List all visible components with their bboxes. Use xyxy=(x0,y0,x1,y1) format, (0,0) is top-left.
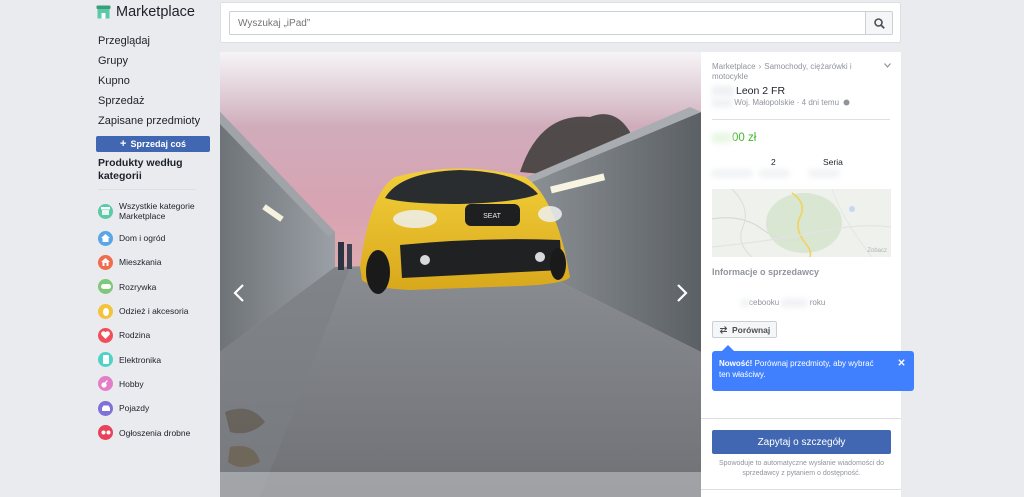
phone-icon xyxy=(98,352,113,368)
category-classifieds[interactable]: Ogłoszenia drobne xyxy=(98,420,214,444)
gamepad-icon xyxy=(98,279,113,295)
category-all[interactable]: Wszystkie kategorie Marketplace xyxy=(98,196,214,226)
spec-value: Seria xyxy=(823,157,843,167)
category-clothing[interactable]: Odzież i akcesoria xyxy=(98,299,214,323)
search-input[interactable] xyxy=(229,11,866,35)
category-label: Ogłoszenia drobne xyxy=(119,427,191,438)
category-label: Wszystkie kategorie Marketplace xyxy=(119,201,195,221)
listing-title: Leon 2 FR xyxy=(712,85,785,97)
category-label: Rozrywka xyxy=(119,281,157,292)
category-list: Wszystkie kategorie Marketplace Dom i og… xyxy=(96,196,214,445)
house-icon xyxy=(98,254,113,270)
globe-icon xyxy=(843,99,850,106)
location-text: Woj. Małopolskie · 4 dni temu xyxy=(734,98,840,107)
home-icon xyxy=(98,230,113,246)
map-attribution[interactable]: Zobacz xyxy=(867,248,887,254)
search-icon xyxy=(873,17,885,29)
category-electronics[interactable]: Elektronika xyxy=(98,347,214,371)
nav-item-saved[interactable]: Zapisane przedmioty xyxy=(98,111,214,131)
category-label: Rodzina xyxy=(119,330,151,341)
redacted-text xyxy=(712,132,732,143)
breadcrumb: Marketplace › Samochody, ciężarówki i moto… xyxy=(712,62,882,82)
page-title: Marketplace xyxy=(116,4,195,20)
shop-icon xyxy=(96,5,111,19)
redacted-text xyxy=(712,170,752,177)
compare-tooltip: Nowość! Porównaj przedmioty, aby wybrać … xyxy=(712,345,914,391)
category-label: Dom i ogród xyxy=(119,233,166,244)
guitar-icon xyxy=(98,376,113,392)
category-apartments[interactable]: Mieszkania xyxy=(98,250,214,274)
map-image xyxy=(712,189,891,257)
ask-details-button[interactable]: Zapytaj o szczegóły xyxy=(712,430,891,454)
tooltip-new-badge: Nowość! xyxy=(719,359,753,368)
compare-arrows-icon xyxy=(719,325,728,334)
previous-photo-button[interactable] xyxy=(229,280,249,306)
shirt-icon xyxy=(98,303,113,319)
next-photo-button[interactable] xyxy=(672,280,692,306)
sell-something-label: Sprzedaj coś xyxy=(130,139,186,149)
nav-item-browse[interactable]: Przeglądaj xyxy=(98,31,214,51)
compare-label: Porównaj xyxy=(732,324,771,335)
nav-item-buying[interactable]: Kupno xyxy=(98,71,214,91)
category-label: Pojazdy xyxy=(119,403,150,414)
redacted-text xyxy=(759,170,789,177)
category-family[interactable]: Rodzina xyxy=(98,323,214,347)
nav-item-groups[interactable]: Grupy xyxy=(98,51,214,71)
redacted-text xyxy=(809,170,839,177)
category-label: Hobby xyxy=(119,378,144,389)
category-vehicles[interactable]: Pojazdy xyxy=(98,396,214,420)
compare-button[interactable]: Porównaj xyxy=(712,321,778,338)
seller-text-end: roku xyxy=(809,298,826,307)
divider xyxy=(701,489,901,490)
breadcrumb-separator: › xyxy=(758,62,762,71)
sidebar-nav: Przeglądaj Grupy Kupno Sprzedaż Zapisane… xyxy=(96,31,214,131)
listing-details-panel: Marketplace › Samochody, ciężarówki i moto… xyxy=(701,52,914,497)
sell-something-button[interactable]: + Sprzedaj coś xyxy=(96,136,210,152)
heart-icon xyxy=(98,327,113,343)
brand[interactable]: Marketplace xyxy=(96,0,214,24)
redacted-text xyxy=(712,86,734,97)
marketplace-icon xyxy=(98,203,113,219)
category-label: Elektronika xyxy=(119,354,162,365)
redacted-text xyxy=(712,98,732,107)
seller-text-middle: cebooku xyxy=(749,298,780,307)
divider xyxy=(701,418,901,419)
chevron-right-icon xyxy=(677,284,688,302)
redacted-text xyxy=(741,298,749,307)
category-hobby[interactable]: Hobby xyxy=(98,372,214,396)
car-photo-image: SEAT xyxy=(220,52,701,497)
category-entertainment[interactable]: Rozrywka xyxy=(98,275,214,299)
listing-location: Woj. Małopolskie · 4 dni temu xyxy=(712,98,850,107)
location-map[interactable]: Zobacz xyxy=(712,189,891,257)
car-icon xyxy=(98,400,113,416)
classifieds-icon xyxy=(98,425,113,441)
breadcrumb-marketplace[interactable]: Marketplace xyxy=(712,62,756,71)
category-label: Odzież i akcesoria xyxy=(119,306,189,317)
seller-info-heading: Informacje o sprzedawcy xyxy=(712,267,820,277)
listing-photo[interactable]: SEAT xyxy=(220,52,701,497)
svg-text:SEAT: SEAT xyxy=(483,213,501,220)
redacted-text xyxy=(781,298,808,307)
category-home-garden[interactable]: Dom i ogród xyxy=(98,226,214,250)
listing-price: 00 zł xyxy=(712,132,756,144)
ask-details-note: Spowoduje to automatyczne wysłanie wiado… xyxy=(719,460,884,477)
spec-value: 2 xyxy=(771,157,776,167)
chevron-down-icon[interactable] xyxy=(884,63,891,68)
search-bar xyxy=(220,2,901,43)
category-label: Mieszkania xyxy=(119,257,162,268)
sidebar: Marketplace Przeglądaj Grupy Kupno Sprze… xyxy=(96,0,214,445)
chevron-left-icon xyxy=(233,284,244,302)
sidebar-divider xyxy=(98,189,196,190)
search-button[interactable] xyxy=(865,11,893,35)
price-text: 00 zł xyxy=(732,132,757,144)
listing-title-text: Leon 2 FR xyxy=(736,85,786,97)
close-icon[interactable] xyxy=(898,359,905,366)
plus-icon: + xyxy=(120,138,127,150)
seller-info-line: cebooku roku xyxy=(741,298,825,307)
categories-heading: Produkty według kategorii xyxy=(98,157,183,182)
divider xyxy=(712,119,890,120)
nav-item-selling[interactable]: Sprzedaż xyxy=(98,91,214,111)
